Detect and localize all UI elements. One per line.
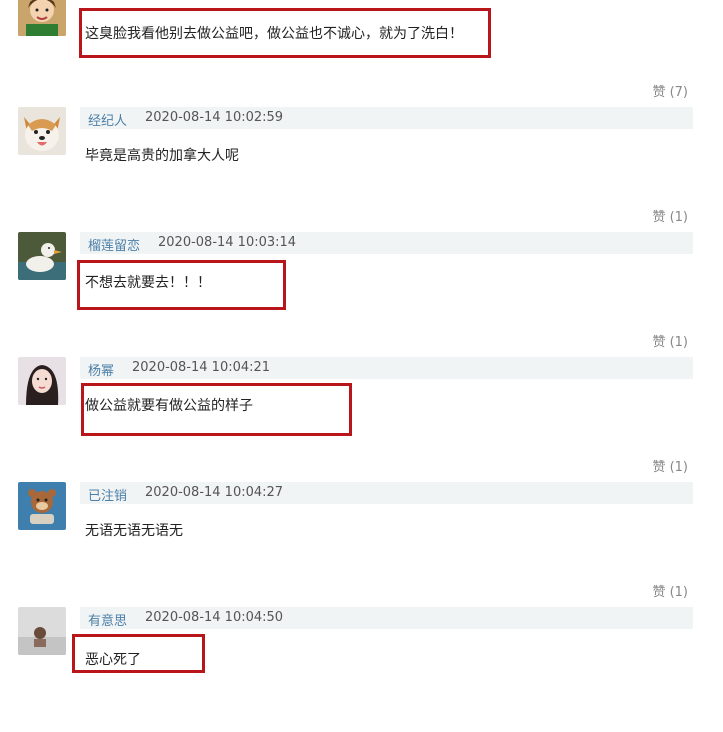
avatar[interactable]	[18, 357, 66, 405]
like-button[interactable]: 赞 (1)	[652, 581, 688, 600]
avatar[interactable]	[18, 482, 66, 530]
comment-item: 已注销 2020-08-14 10:04:27 无语无语无语无 赞 (1)	[0, 482, 723, 607]
avatar[interactable]	[18, 107, 66, 155]
timestamp: 2020-08-14 10:04:21	[132, 360, 271, 375]
highlight-box	[79, 8, 491, 58]
avatar[interactable]	[18, 0, 66, 36]
highlight-box	[77, 260, 286, 310]
timestamp: 2020-08-14 10:03:14	[158, 235, 297, 250]
like-button[interactable]: 赞 (1)	[652, 206, 688, 225]
highlight-box	[81, 383, 352, 436]
username[interactable]: 有意思	[88, 610, 127, 629]
like-button[interactable]: 赞 (1)	[652, 456, 688, 475]
comment-meta: 有意思 2020-08-14 10:04:50	[80, 607, 693, 629]
comment-item: 经纪人 2020-08-14 10:02:59 毕竟是高贵的加拿大人呢 赞 (1…	[0, 107, 723, 232]
username[interactable]: 经纪人	[88, 110, 127, 129]
avatar[interactable]	[18, 232, 66, 280]
comment-meta: 经纪人 2020-08-14 10:02:59	[80, 107, 693, 129]
username[interactable]: 杨幂	[88, 360, 114, 379]
comment-meta: 榴莲留恋 2020-08-14 10:03:14	[80, 232, 693, 254]
comment-text: 无语无语无语无	[85, 523, 183, 539]
like-button[interactable]: 赞 (7)	[652, 81, 688, 100]
timestamp: 2020-08-14 10:02:59	[145, 110, 284, 125]
username[interactable]: 榴莲留恋	[88, 235, 140, 254]
comment-meta: 杨幂 2020-08-14 10:04:21	[80, 357, 693, 379]
highlight-box	[72, 634, 205, 673]
like-button[interactable]: 赞 (1)	[652, 331, 688, 350]
comment-text: 毕竟是高贵的加拿大人呢	[85, 148, 239, 164]
comment-meta: 已注销 2020-08-14 10:04:27	[80, 482, 693, 504]
timestamp: 2020-08-14 10:04:27	[145, 485, 284, 500]
username[interactable]: 已注销	[88, 485, 127, 504]
avatar[interactable]	[18, 607, 66, 655]
timestamp: 2020-08-14 10:04:50	[145, 610, 284, 625]
